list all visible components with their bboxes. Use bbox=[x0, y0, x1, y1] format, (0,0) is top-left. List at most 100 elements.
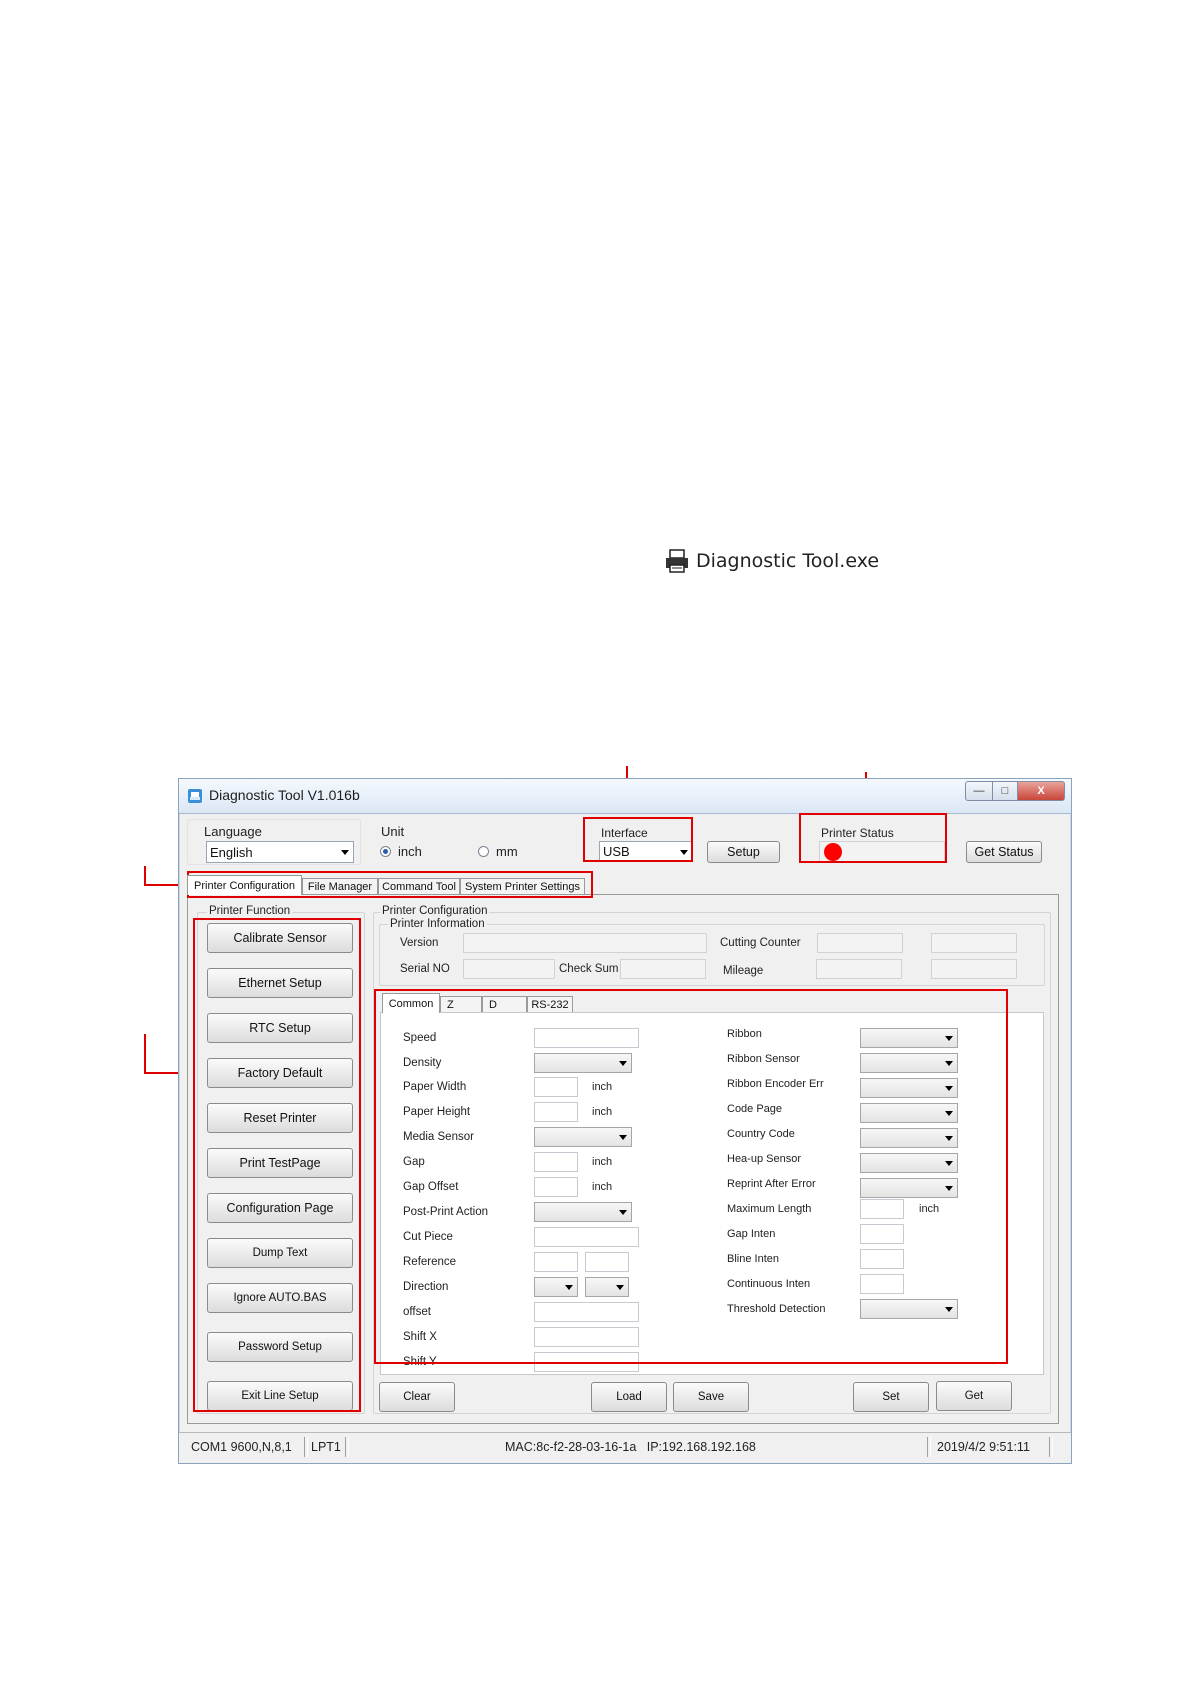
exe-file[interactable]: Diagnostic Tool.exe bbox=[664, 548, 879, 574]
chevron-down-icon bbox=[945, 1061, 953, 1066]
language-select[interactable]: English bbox=[206, 841, 354, 863]
rtc-setup-button[interactable]: RTC Setup bbox=[207, 1013, 353, 1043]
language-value: English bbox=[210, 844, 253, 860]
clear-button[interactable]: Clear bbox=[379, 1382, 455, 1412]
set-button[interactable]: Set bbox=[853, 1382, 929, 1412]
get-status-button[interactable]: Get Status bbox=[966, 841, 1042, 863]
tab-command-tool[interactable]: Command Tool bbox=[378, 878, 460, 895]
chevron-down-icon bbox=[945, 1086, 953, 1091]
subtab-z[interactable]: Z bbox=[440, 996, 482, 1013]
media-sensor-select[interactable] bbox=[534, 1127, 632, 1147]
shift-x-input[interactable] bbox=[534, 1327, 639, 1347]
bline-inten-input[interactable] bbox=[860, 1249, 904, 1269]
exit-line-setup-button[interactable]: Exit Line Setup bbox=[207, 1381, 353, 1411]
continuous-inten-input[interactable] bbox=[860, 1274, 904, 1294]
unit-inch-label: inch bbox=[398, 844, 422, 859]
gap-inten-input[interactable] bbox=[860, 1224, 904, 1244]
gap-inten-label: Gap Inten bbox=[727, 1228, 776, 1240]
close-icon: X bbox=[1037, 785, 1045, 797]
minimize-button[interactable]: — bbox=[965, 781, 993, 801]
tab-system-printer-settings[interactable]: System Printer Settings bbox=[460, 878, 585, 895]
chevron-down-icon bbox=[680, 849, 688, 855]
country-code-select[interactable] bbox=[860, 1128, 958, 1148]
cut-piece-label: Cut Piece bbox=[403, 1231, 453, 1243]
head-up-sensor-select[interactable] bbox=[860, 1153, 958, 1173]
continuous-inten-label: Continuous Inten bbox=[727, 1278, 811, 1290]
reprint-after-error-select[interactable] bbox=[860, 1178, 958, 1198]
paper-height-input[interactable] bbox=[534, 1102, 578, 1122]
factory-default-button[interactable]: Factory Default bbox=[207, 1058, 353, 1088]
ribbon-encoder-err-select[interactable] bbox=[860, 1078, 958, 1098]
density-label: Density bbox=[403, 1057, 442, 1069]
chevron-down-icon bbox=[619, 1135, 627, 1140]
annotation-line-functions-v bbox=[144, 1034, 146, 1074]
calibrate-sensor-button[interactable]: Calibrate Sensor bbox=[207, 923, 353, 953]
window-controls: — □ X bbox=[965, 781, 1065, 801]
configuration-page-button[interactable]: Configuration Page bbox=[207, 1193, 353, 1223]
ignore-autobas-button[interactable]: Ignore AUTO.BAS bbox=[207, 1283, 353, 1313]
direction-label: Direction bbox=[403, 1281, 449, 1293]
paper-height-unit: inch bbox=[592, 1106, 613, 1118]
load-button[interactable]: Load bbox=[591, 1382, 667, 1412]
reference-y-input[interactable] bbox=[585, 1252, 629, 1272]
chevron-down-icon bbox=[565, 1285, 573, 1290]
ribbon-sensor-select[interactable] bbox=[860, 1053, 958, 1073]
title-bar: Diagnostic Tool V1.016b — □ X bbox=[179, 779, 1071, 814]
paper-width-input[interactable] bbox=[534, 1077, 578, 1097]
shift-y-input[interactable] bbox=[534, 1352, 639, 1372]
tab-printer-configuration[interactable]: Printer Configuration bbox=[187, 875, 302, 895]
status-separator bbox=[345, 1437, 349, 1457]
maximum-length-unit: inch bbox=[919, 1203, 940, 1215]
check-sum-field bbox=[620, 959, 706, 979]
language-label: Language bbox=[204, 824, 262, 839]
reference-x-input[interactable] bbox=[534, 1252, 578, 1272]
density-select[interactable] bbox=[534, 1053, 632, 1073]
interface-select[interactable]: USB bbox=[599, 841, 693, 862]
tab-file-manager[interactable]: File Manager bbox=[302, 878, 378, 895]
mileage-field-2 bbox=[931, 959, 1017, 979]
maximize-icon: □ bbox=[1001, 785, 1009, 797]
gap-input[interactable] bbox=[534, 1152, 578, 1172]
ribbon-label: Ribbon bbox=[727, 1028, 762, 1040]
status-separator bbox=[927, 1437, 931, 1457]
subtab-common[interactable]: Common bbox=[382, 993, 440, 1013]
chevron-down-icon bbox=[945, 1111, 953, 1116]
maximize-button[interactable]: □ bbox=[993, 781, 1018, 801]
unit-inch-radio[interactable] bbox=[380, 846, 391, 857]
subtab-rs232[interactable]: RS-232 bbox=[527, 996, 573, 1013]
speed-input[interactable] bbox=[534, 1028, 639, 1048]
maximum-length-input[interactable] bbox=[860, 1199, 904, 1219]
password-setup-button[interactable]: Password Setup bbox=[207, 1332, 353, 1362]
save-button[interactable]: Save bbox=[673, 1382, 749, 1412]
ethernet-setup-button[interactable]: Ethernet Setup bbox=[207, 968, 353, 998]
gap-offset-input[interactable] bbox=[534, 1177, 578, 1197]
direction-select[interactable] bbox=[534, 1277, 578, 1297]
ribbon-select[interactable] bbox=[860, 1028, 958, 1048]
chevron-down-icon bbox=[619, 1061, 627, 1066]
close-button[interactable]: X bbox=[1018, 781, 1065, 801]
code-page-select[interactable] bbox=[860, 1103, 958, 1123]
interface-label: Interface bbox=[601, 826, 648, 840]
post-print-action-select[interactable] bbox=[534, 1202, 632, 1222]
threshold-detection-select[interactable] bbox=[860, 1299, 958, 1319]
ribbon-sensor-label: Ribbon Sensor bbox=[727, 1053, 800, 1065]
cut-piece-input[interactable] bbox=[534, 1227, 639, 1247]
offset-input[interactable] bbox=[534, 1302, 639, 1322]
unit-mm-radio[interactable] bbox=[478, 846, 489, 857]
reset-printer-button[interactable]: Reset Printer bbox=[207, 1103, 353, 1133]
window-title: Diagnostic Tool V1.016b bbox=[209, 787, 360, 803]
printer-icon bbox=[666, 549, 688, 573]
gap-unit: inch bbox=[592, 1156, 613, 1168]
print-testpage-button[interactable]: Print TestPage bbox=[207, 1148, 353, 1178]
chevron-down-icon bbox=[945, 1136, 953, 1141]
interface-value: USB bbox=[603, 844, 630, 859]
exe-filename: Diagnostic Tool.exe bbox=[696, 550, 880, 572]
mirror-select[interactable] bbox=[585, 1277, 629, 1297]
reprint-after-error-label: Reprint After Error bbox=[727, 1178, 816, 1190]
setup-button[interactable]: Setup bbox=[707, 841, 780, 863]
dump-text-button[interactable]: Dump Text bbox=[207, 1238, 353, 1268]
get-button[interactable]: Get bbox=[936, 1381, 1012, 1411]
printer-status-label: Printer Status bbox=[821, 826, 894, 840]
subtab-d[interactable]: D bbox=[482, 996, 527, 1013]
paper-width-label: Paper Width bbox=[403, 1081, 467, 1093]
